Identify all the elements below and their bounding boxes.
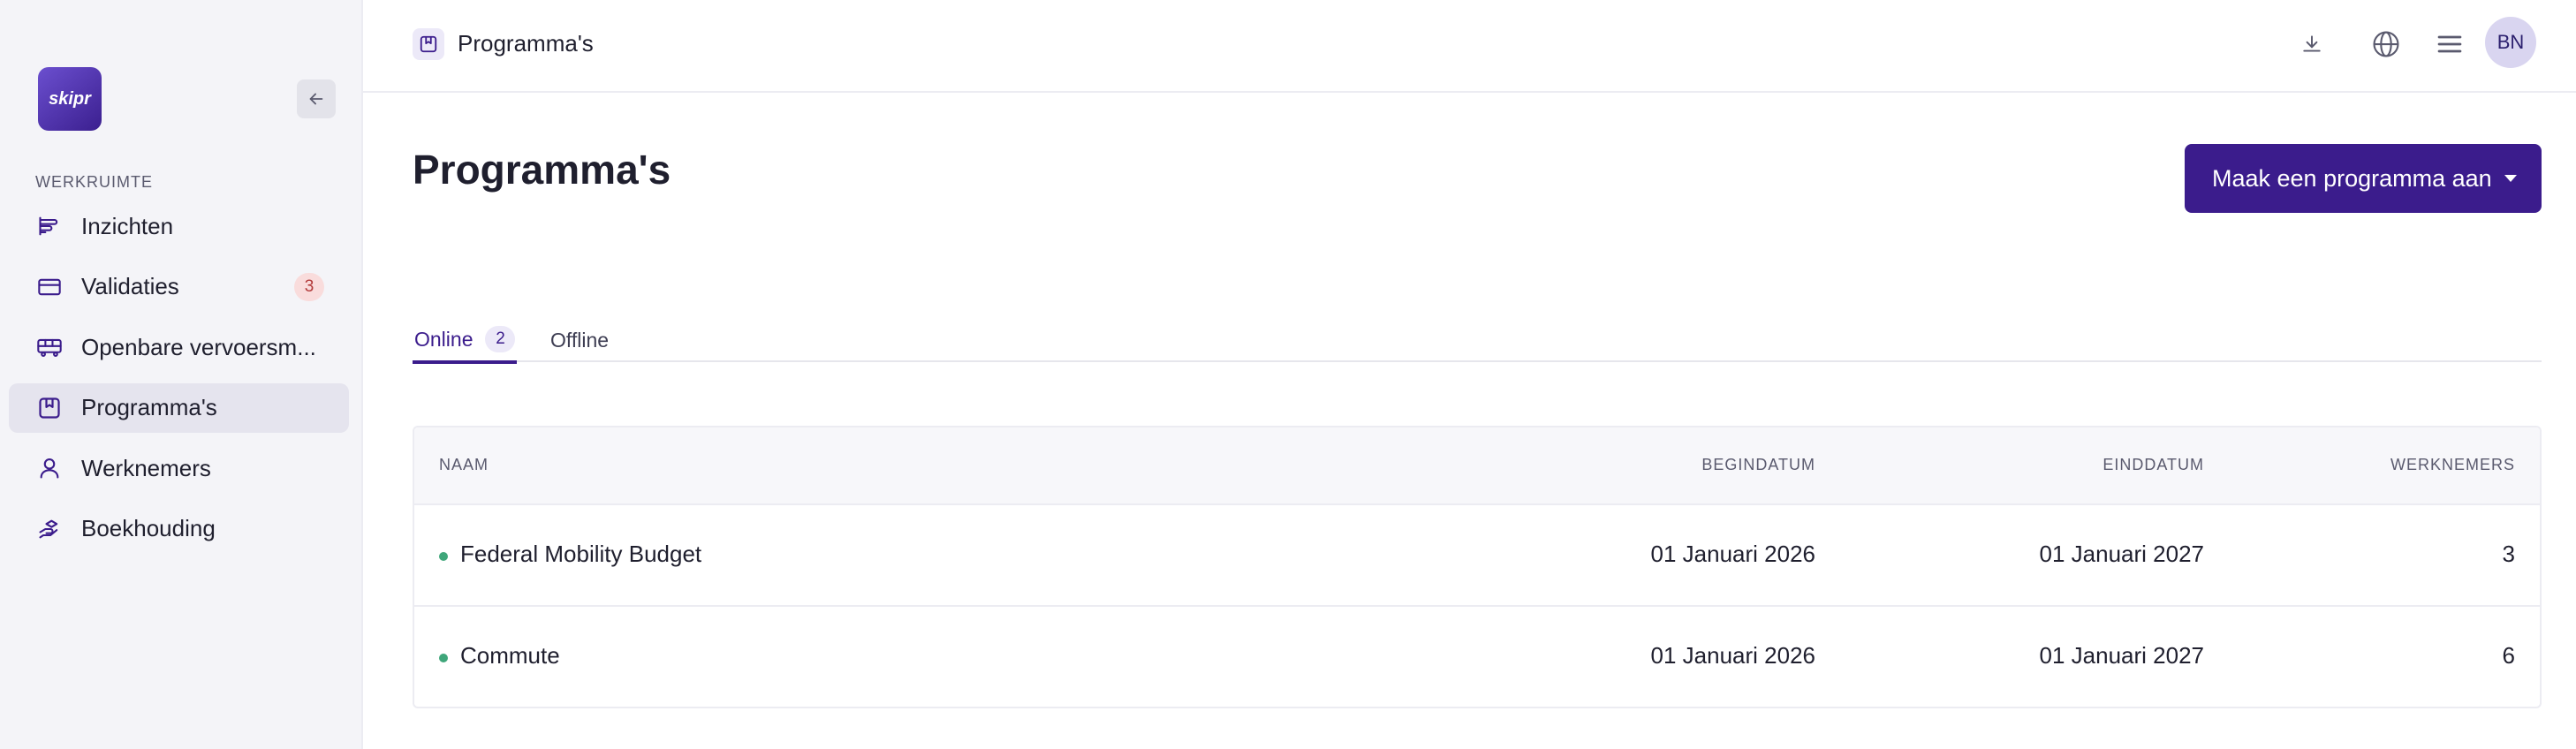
menu-icon (2437, 35, 2462, 53)
create-program-button[interactable]: Maak een programma aan (2185, 144, 2542, 213)
collapse-sidebar-button[interactable] (297, 79, 336, 118)
sidebar-item-label: Boekhouding (81, 515, 216, 541)
menu-button[interactable] (2428, 23, 2471, 65)
tab-offline[interactable]: Offline (550, 318, 609, 362)
program-start-date: 01 Januari 2026 (1650, 642, 1815, 669)
breadcrumb-title: Programma's (458, 30, 594, 57)
sidebar-item-label: Validaties (81, 273, 179, 299)
sidebar-item-programmas[interactable]: Programma's (9, 382, 349, 433)
status-online-dot (439, 552, 448, 561)
page-title: Programma's (413, 147, 671, 193)
column-header-naam[interactable]: NAAM (439, 456, 489, 474)
sidebar-nav: Inzichten Validaties 3 Openbare vervoers… (9, 201, 349, 564)
sidebar-item-werknemers[interactable]: Werknemers (9, 443, 349, 493)
app-root: skipr WERKRUIMTE Inzichten Validaties 3 (0, 0, 2576, 749)
skipr-logo[interactable]: skipr (38, 67, 102, 131)
logo-text: skipr (49, 88, 91, 109)
caret-down-icon (2504, 175, 2517, 182)
programs-table: NAAM BEGINDATUM EINDDATUM WERKNEMERS Fed… (413, 426, 2542, 708)
top-bar: Programma's BN (363, 0, 2576, 93)
column-header-begindatum[interactable]: BEGINDATUM (1701, 456, 1815, 474)
sidebar-item-openbare-vervoersmiddelen[interactable]: Openbare vervoersm... (9, 322, 349, 372)
hand-coins-icon (35, 515, 64, 543)
sidebar-item-label: Programma's (81, 394, 217, 420)
sidebar-item-boekhouding[interactable]: Boekhouding (9, 504, 349, 554)
bus-icon (35, 333, 64, 361)
table-header: NAAM BEGINDATUM EINDDATUM WERKNEMERS (414, 427, 2540, 505)
tab-online[interactable]: Online 2 (413, 318, 517, 364)
program-end-date: 01 Januari 2027 (2039, 642, 2204, 669)
column-header-einddatum[interactable]: EINDDATUM (2102, 456, 2204, 474)
program-end-date: 01 Januari 2027 (2039, 541, 2204, 567)
program-name: Federal Mobility Budget (460, 541, 702, 567)
bookmark-box-icon (35, 394, 64, 422)
table-row[interactable]: Federal Mobility Budget 01 Januari 2026 … (414, 505, 2540, 607)
avatar[interactable]: BN (2485, 17, 2536, 68)
column-header-werknemers[interactable]: WERKNEMERS (2390, 456, 2515, 474)
sidebar-item-validaties[interactable]: Validaties 3 (9, 262, 349, 312)
create-program-button-label: Maak een programma aan (2212, 164, 2492, 192)
tab-count-badge: 2 (485, 326, 516, 352)
download-icon (2303, 35, 2321, 52)
sidebar: skipr WERKRUIMTE Inzichten Validaties 3 (0, 0, 363, 749)
sidebar-item-label: Openbare vervoersm... (81, 333, 316, 360)
arrow-left-icon (309, 93, 323, 105)
globe-icon (2373, 31, 2399, 57)
sidebar-item-label: Inzichten (81, 212, 174, 239)
table-row[interactable]: Commute 01 Januari 2026 01 Januari 2027 … (414, 607, 2540, 707)
card-icon (35, 273, 64, 301)
program-employee-count: 6 (2502, 642, 2515, 669)
chart-bars-icon (35, 212, 64, 240)
section-label-workspace: WERKRUIMTE (35, 173, 153, 191)
program-start-date: 01 Januari 2026 (1650, 541, 1815, 567)
program-name: Commute (460, 642, 560, 669)
program-employee-count: 3 (2502, 541, 2515, 567)
status-online-dot (439, 654, 448, 662)
tab-label: Online (414, 327, 474, 351)
bookmark-box-icon (413, 28, 444, 60)
validaties-count-badge: 3 (294, 272, 324, 301)
download-button[interactable] (2291, 23, 2333, 65)
main-content: Programma's BN Programma's Maak een prog… (363, 0, 2576, 749)
user-icon (35, 454, 64, 482)
sidebar-item-inzichten[interactable]: Inzichten (9, 201, 349, 251)
tabs: Online 2 Offline (413, 318, 2542, 364)
tab-label: Offline (550, 328, 610, 352)
language-button[interactable] (2365, 23, 2407, 65)
sidebar-item-label: Werknemers (81, 454, 211, 481)
